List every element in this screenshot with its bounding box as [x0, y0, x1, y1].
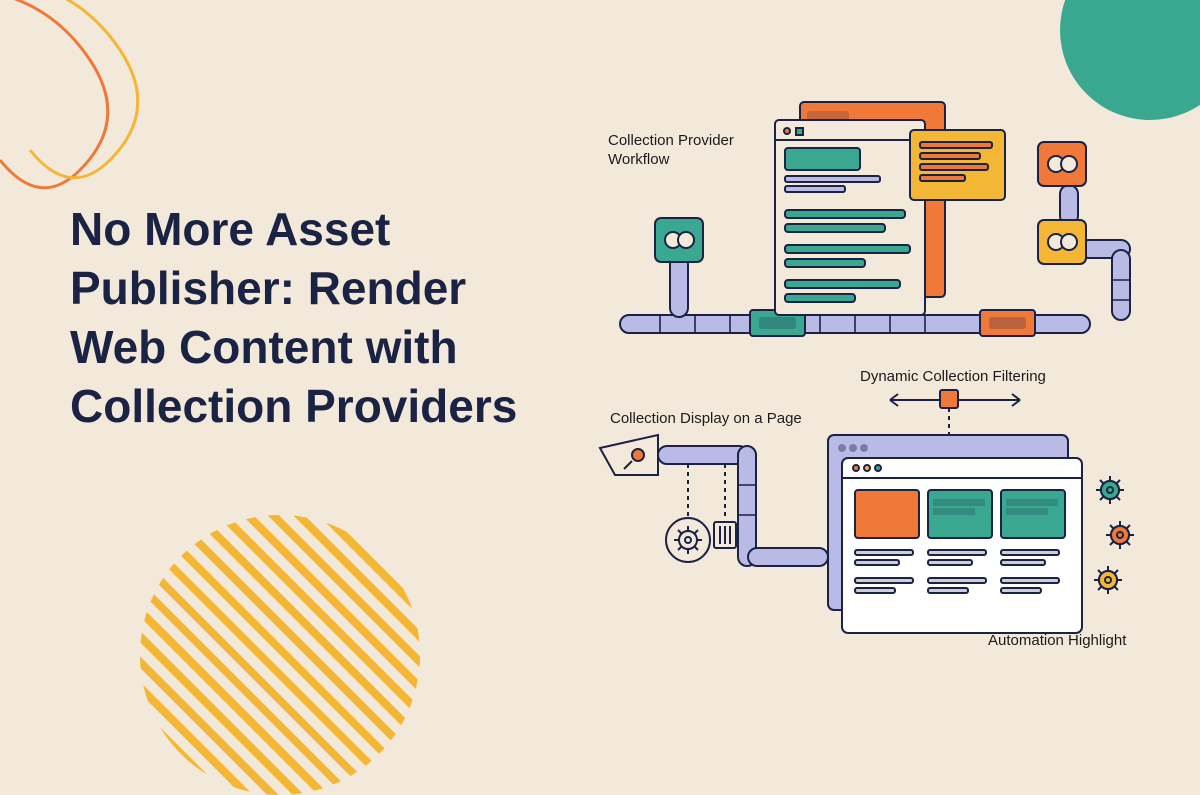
- hanging-trash: [714, 464, 736, 548]
- document-front-page: [775, 120, 925, 315]
- workflow-node-green: [655, 218, 703, 262]
- diagram-svg: [580, 90, 1170, 660]
- collection-providers-diagram: Collection Provider Workflow Collection …: [580, 90, 1170, 650]
- hanging-gear: [666, 464, 710, 562]
- striped-blob-decoration: [140, 515, 420, 795]
- automation-gear-orange: [1106, 521, 1134, 549]
- wavy-lines-decoration: [0, 0, 190, 220]
- pen-tool-flag: [600, 435, 658, 475]
- workflow-node-amber: [1038, 220, 1086, 264]
- automation-gear-teal: [1096, 476, 1124, 504]
- filter-slider: [890, 390, 1020, 435]
- browser-window: [828, 435, 1082, 633]
- sticky-note: [910, 130, 1005, 200]
- conveyor-chip-orange: [980, 310, 1035, 336]
- automation-gear-amber: [1094, 566, 1122, 594]
- workflow-node-orange: [1038, 142, 1086, 186]
- page-title: No More Asset Publisher: Render Web Cont…: [70, 200, 550, 436]
